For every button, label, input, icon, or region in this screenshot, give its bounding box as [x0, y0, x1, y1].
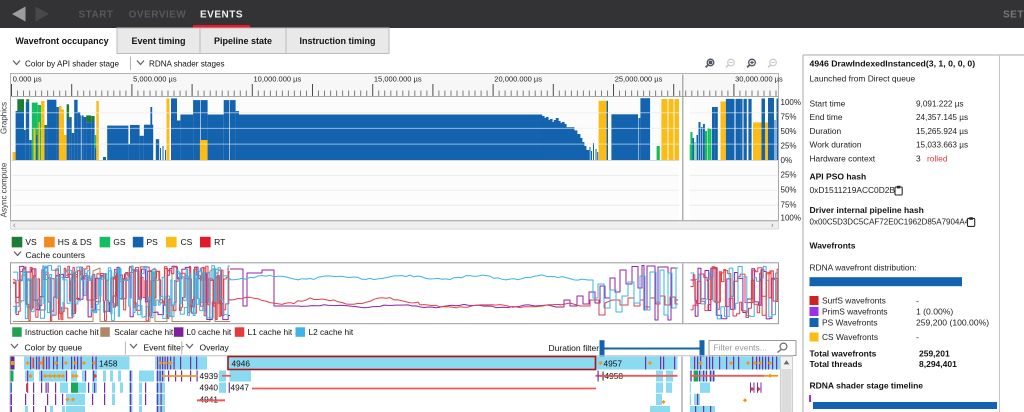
svg-text:Color by queue: Color by queue: [25, 343, 83, 353]
svg-text:100%: 100%: [781, 98, 801, 107]
svg-text:0.000 µs: 0.000 µs: [13, 75, 42, 84]
svg-text:Instruction timing: Instruction timing: [300, 36, 376, 46]
svg-text:SurfS wavefronts: SurfS wavefronts: [822, 296, 886, 306]
svg-text:HS & DS: HS & DS: [58, 237, 92, 247]
svg-text:75%: 75%: [781, 112, 797, 121]
svg-text:Total wavefronts: Total wavefronts: [810, 349, 877, 359]
svg-text:3: 3: [916, 153, 921, 163]
svg-text:75%: 75%: [781, 200, 797, 209]
svg-text:0xD1511219ACC0D2B8: 0xD1511219ACC0D2B8: [810, 185, 901, 195]
svg-text:rolled: rolled: [927, 153, 948, 163]
svg-text:1458: 1458: [99, 359, 118, 369]
svg-text:25%: 25%: [781, 141, 797, 150]
svg-text:4946: 4946: [232, 359, 251, 369]
svg-text:20,000.000 µs: 20,000.000 µs: [494, 75, 542, 84]
svg-text:8,294,401: 8,294,401: [919, 359, 957, 369]
svg-text:›: ›: [771, 220, 774, 229]
svg-text:SETTIN: SETTIN: [1003, 10, 1024, 21]
svg-text:VS: VS: [25, 237, 37, 247]
svg-text:25,000.000 µs: 25,000.000 µs: [615, 75, 663, 84]
svg-text:30,000.000 µs: 30,000.000 µs: [735, 75, 783, 84]
svg-text:PrimS wavefronts: PrimS wavefronts: [822, 307, 888, 317]
svg-text:Duration: Duration: [810, 126, 842, 136]
svg-text:L1 cache hit: L1 cache hit: [248, 327, 293, 337]
svg-text:GS: GS: [113, 237, 126, 247]
svg-text:259,201: 259,201: [919, 349, 950, 359]
svg-text:Event filter: Event filter: [144, 343, 184, 353]
svg-text:259,200 (100.00%): 259,200 (100.00%): [916, 318, 989, 328]
svg-text:4957: 4957: [604, 359, 623, 369]
svg-text:50%: 50%: [781, 185, 797, 194]
svg-text:API PSO hash: API PSO hash: [810, 172, 867, 182]
svg-text:50%: 50%: [781, 127, 797, 136]
svg-text:15,033.663 µs: 15,033.663 µs: [916, 141, 968, 150]
svg-text:Event timing: Event timing: [131, 36, 185, 46]
svg-text:Async compute: Async compute: [0, 162, 9, 217]
svg-text:4941: 4941: [200, 395, 219, 405]
svg-text:Wavefronts: Wavefronts: [810, 241, 856, 251]
svg-text:Instruction cache hit: Instruction cache hit: [25, 327, 99, 337]
svg-text:15,000.000 µs: 15,000.000 µs: [374, 75, 422, 84]
svg-text:Scalar cache hit: Scalar cache hit: [114, 327, 174, 337]
svg-text:Pipeline state: Pipeline state: [214, 36, 272, 46]
svg-text:Hardware context: Hardware context: [810, 153, 876, 163]
svg-text:4947: 4947: [231, 383, 250, 393]
svg-text:Work duration: Work duration: [810, 140, 862, 150]
svg-text:4946 DrawIndexedInstanced(3, 1: 4946 DrawIndexedInstanced(3, 1, 0, 0, 0): [810, 59, 976, 69]
svg-text:RDNA wavefront distribution:: RDNA wavefront distribution:: [810, 263, 917, 273]
svg-text:100%: 100%: [781, 213, 801, 222]
svg-text:Launched from Direct queue: Launched from Direct queue: [810, 74, 916, 84]
svg-text:Start time: Start time: [810, 99, 846, 109]
svg-text:9,091.222 µs: 9,091.222 µs: [916, 100, 964, 109]
svg-text:-: -: [916, 332, 919, 342]
svg-text:RDNA shader stages: RDNA shader stages: [149, 60, 225, 69]
svg-text:Total threads: Total threads: [810, 359, 863, 369]
svg-text:Cache counters: Cache counters: [26, 250, 86, 260]
svg-text:1 (0.00%): 1 (0.00%): [916, 307, 953, 317]
svg-text:CS: CS: [181, 237, 193, 247]
svg-text:EVENTS: EVENTS: [200, 10, 243, 21]
svg-text:START: START: [78, 10, 113, 21]
svg-text:L0 cache hit: L0 cache hit: [187, 327, 232, 337]
svg-text:Duration filter: Duration filter: [549, 343, 600, 353]
svg-text:0%: 0%: [781, 156, 793, 165]
svg-text:15,265.924 µs: 15,265.924 µs: [916, 127, 968, 136]
svg-text:Wavefront occupancy: Wavefront occupancy: [15, 36, 108, 46]
svg-text:4939: 4939: [200, 371, 219, 381]
svg-text:RDNA shader stage timeline: RDNA shader stage timeline: [810, 381, 924, 391]
svg-text:-: -: [916, 296, 919, 306]
svg-text:‹: ‹: [13, 220, 16, 229]
svg-text:End time: End time: [810, 112, 843, 122]
svg-text:24,357.145 µs: 24,357.145 µs: [916, 113, 968, 122]
svg-text:OVERVIEW: OVERVIEW: [129, 10, 187, 21]
svg-text:0x00C5D3DC5CAF72E0C1962D85A790: 0x00C5D3DC5CAF72E0C1962D85A7904A4D: [810, 218, 976, 227]
svg-text:RT: RT: [214, 237, 225, 247]
svg-text:PS: PS: [147, 237, 159, 247]
svg-text:Graphics: Graphics: [0, 102, 9, 134]
svg-text:CS Wavefronts: CS Wavefronts: [822, 332, 878, 342]
svg-text:Filter events...: Filter events...: [714, 343, 767, 353]
svg-text:4940: 4940: [200, 383, 219, 393]
svg-text:5,000.000 µs: 5,000.000 µs: [133, 75, 177, 84]
svg-text:L2 cache hit: L2 cache hit: [309, 327, 354, 337]
svg-text:Overlay: Overlay: [200, 343, 230, 353]
svg-text:Driver internal pipeline hash: Driver internal pipeline hash: [810, 205, 924, 215]
svg-text:Color by API shader stage: Color by API shader stage: [25, 60, 120, 69]
svg-text:10,000.000 µs: 10,000.000 µs: [254, 75, 302, 84]
svg-text:PS Wavefronts: PS Wavefronts: [822, 318, 878, 328]
svg-text:25%: 25%: [781, 170, 797, 179]
